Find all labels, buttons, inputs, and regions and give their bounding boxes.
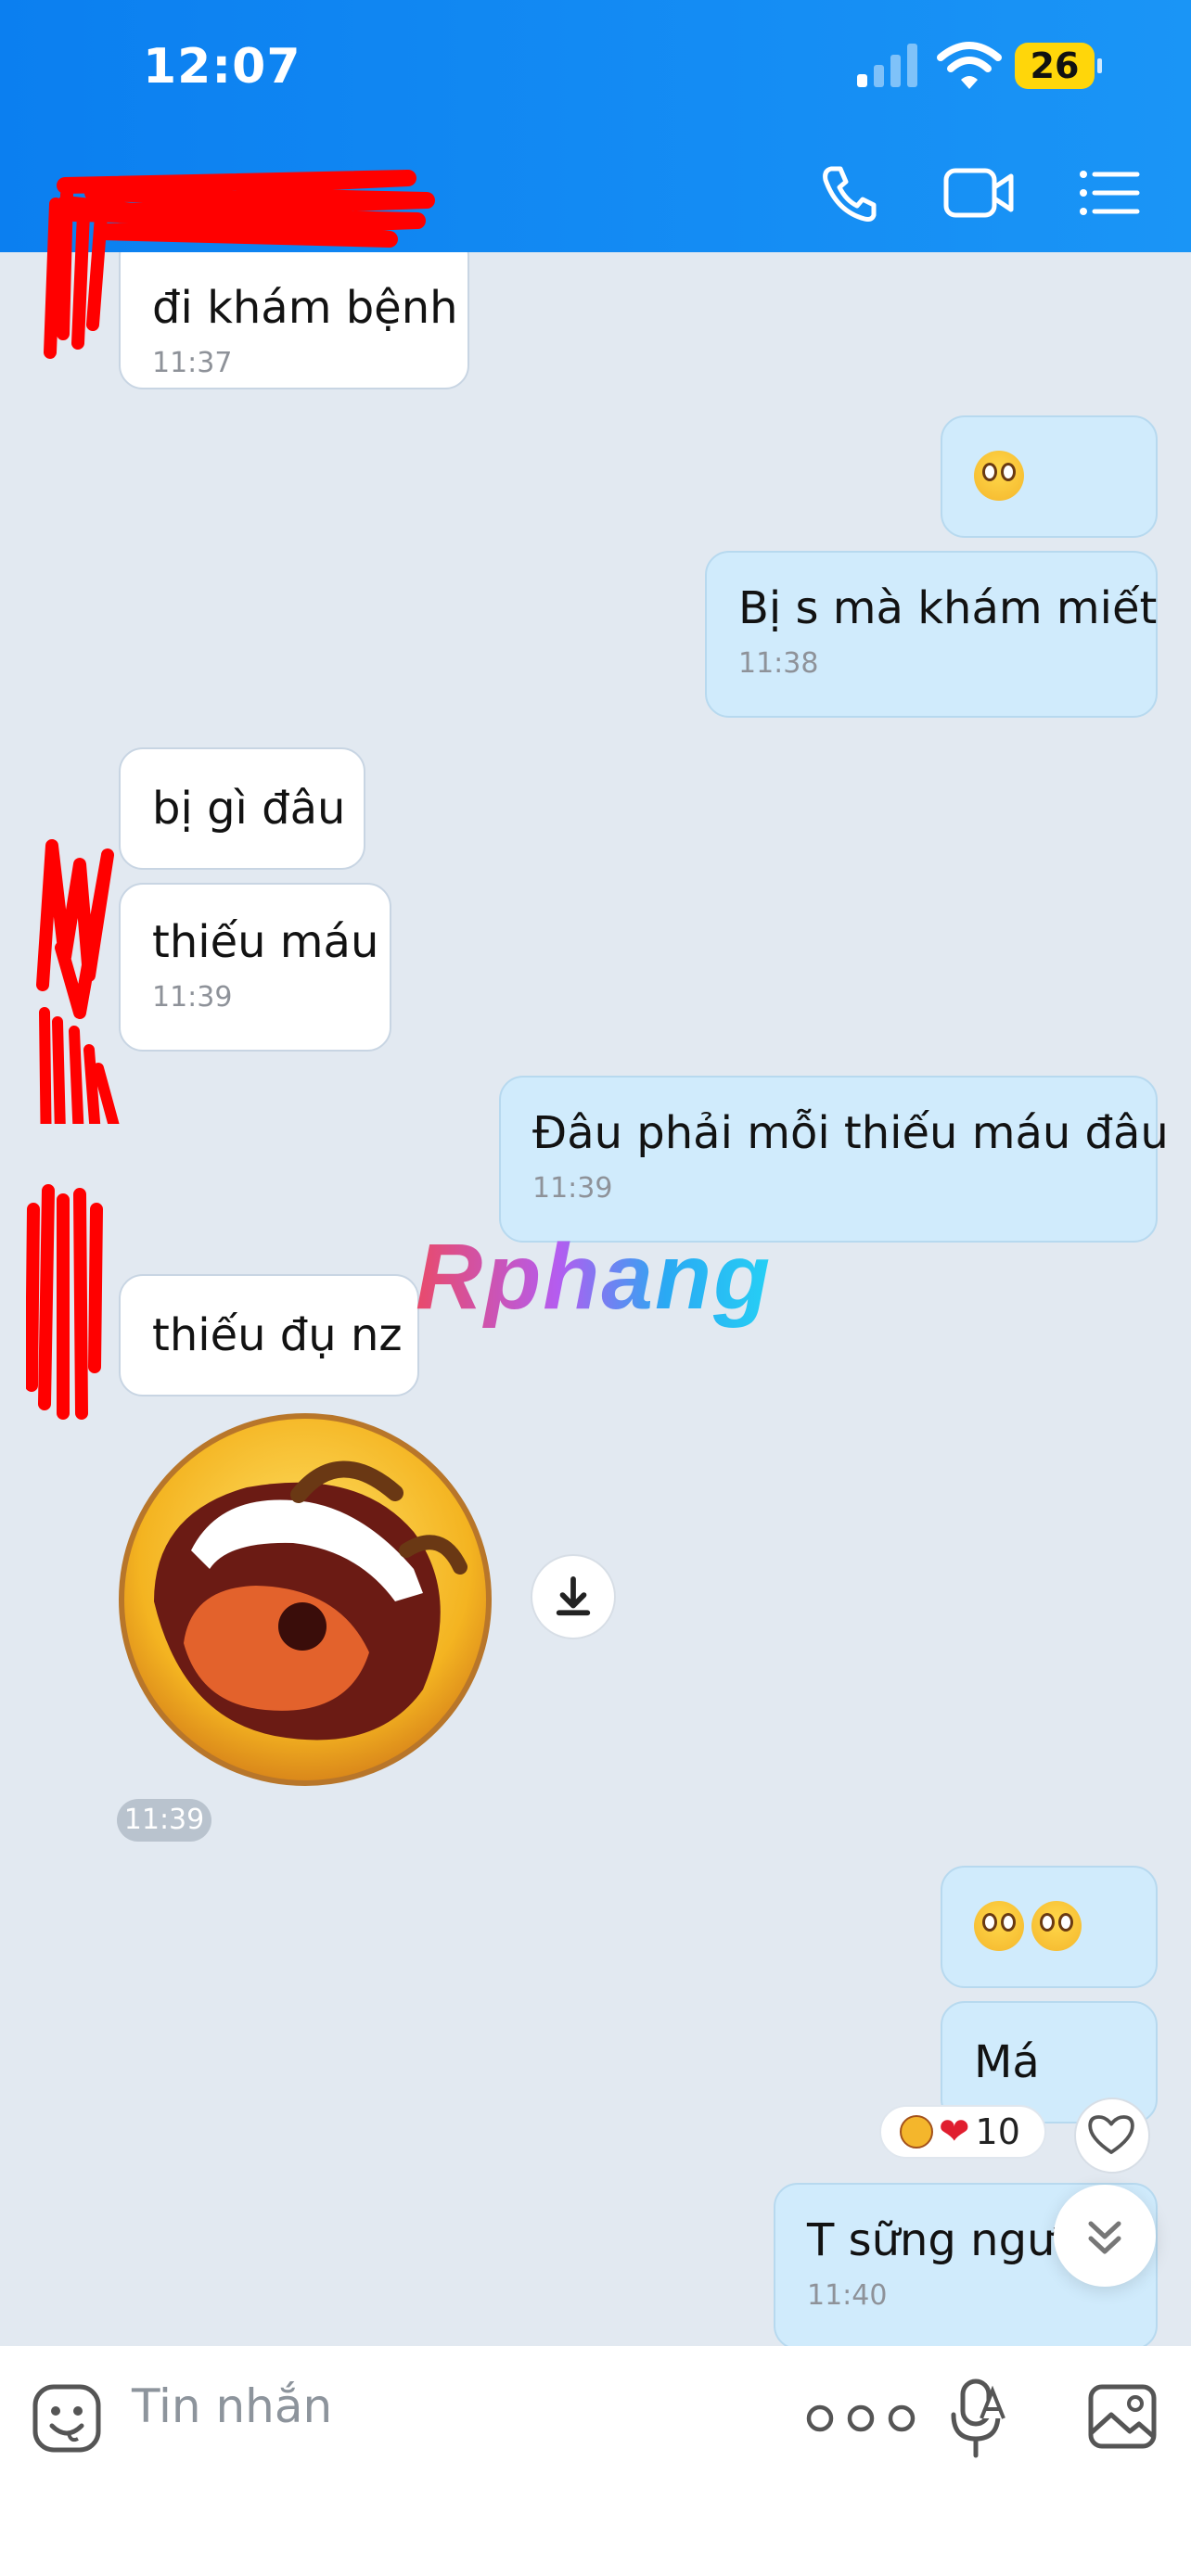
heart-reaction-icon: ❤ <box>939 2111 970 2153</box>
message-bubble[interactable]: bị gì đâu <box>119 747 365 870</box>
message-text: đi khám bệnh <box>152 282 458 334</box>
heart-outline-icon <box>1088 2115 1134 2154</box>
signal-icon <box>857 44 917 87</box>
laughing-face-sticker[interactable] <box>117 1411 493 1788</box>
sticker-picker-icon[interactable] <box>32 2383 102 2454</box>
message-bubble[interactable] <box>941 415 1158 538</box>
message-bubble[interactable]: đi khám bệnh 11:37 <box>119 252 469 389</box>
double-chevron-down-icon <box>1088 2221 1121 2254</box>
watermark-logo: Rphang <box>416 1225 773 1329</box>
status-time: 12:07 <box>143 39 301 95</box>
message-time: 11:38 <box>738 647 819 680</box>
flushed-face-icon <box>974 1901 1024 1951</box>
download-button[interactable] <box>531 1554 616 1639</box>
message-bubble[interactable]: thiếu đụ nz <box>119 1274 419 1396</box>
message-text: bị gì đâu <box>152 783 346 835</box>
redaction-scribble <box>26 1184 103 1420</box>
message-input[interactable]: Tin nhắn <box>132 2379 332 2433</box>
video-call-icon[interactable] <box>942 159 1017 226</box>
message-bubble[interactable]: Đâu phải mỗi thiếu máu đâu 11:39 <box>499 1076 1169 1243</box>
battery-indicator: 26 <box>1015 43 1102 89</box>
message-bubble[interactable]: Bị s mà khám miết 11:38 <box>705 551 1158 718</box>
image-picker-icon[interactable] <box>1087 2381 1158 2452</box>
message-time: 11:39 <box>532 1172 613 1205</box>
message-text: thiếu máu <box>152 916 379 968</box>
scroll-to-bottom-button[interactable] <box>1054 2185 1156 2287</box>
message-time: 11:37 <box>152 347 233 379</box>
voice-to-text-icon[interactable] <box>946 2378 1009 2459</box>
laughing-reaction-icon <box>900 2114 933 2149</box>
more-options-icon[interactable] <box>801 2398 924 2439</box>
message-text: thiếu đụ nz <box>152 1309 403 1361</box>
phone-icon[interactable] <box>816 159 883 226</box>
message-text: Đâu phải mỗi thiếu máu đâu <box>532 1107 1169 1159</box>
reaction-summary[interactable]: ❤ 10 <box>879 2105 1046 2159</box>
reaction-count: 10 <box>975 2111 1020 2152</box>
message-bubble[interactable] <box>941 1866 1158 1988</box>
wifi-icon <box>937 42 1002 89</box>
flushed-face-icon <box>1031 1901 1082 1951</box>
message-composer: Tin nhắn <box>0 2346 1191 2576</box>
react-heart-button[interactable] <box>1074 2098 1150 2174</box>
menu-list-icon[interactable] <box>1076 159 1143 226</box>
chat-header: 12:07 26 <box>0 0 1191 359</box>
sticker-time: 11:39 <box>117 1799 211 1842</box>
flushed-face-icon <box>974 451 1024 501</box>
message-text: Bị s mà khám miết <box>738 582 1158 634</box>
message-time: 11:39 <box>152 981 233 1014</box>
message-text: Má <box>974 2036 1040 2088</box>
download-icon <box>556 1576 591 1616</box>
message-bubble[interactable]: thiếu máu 11:39 <box>119 883 391 1052</box>
